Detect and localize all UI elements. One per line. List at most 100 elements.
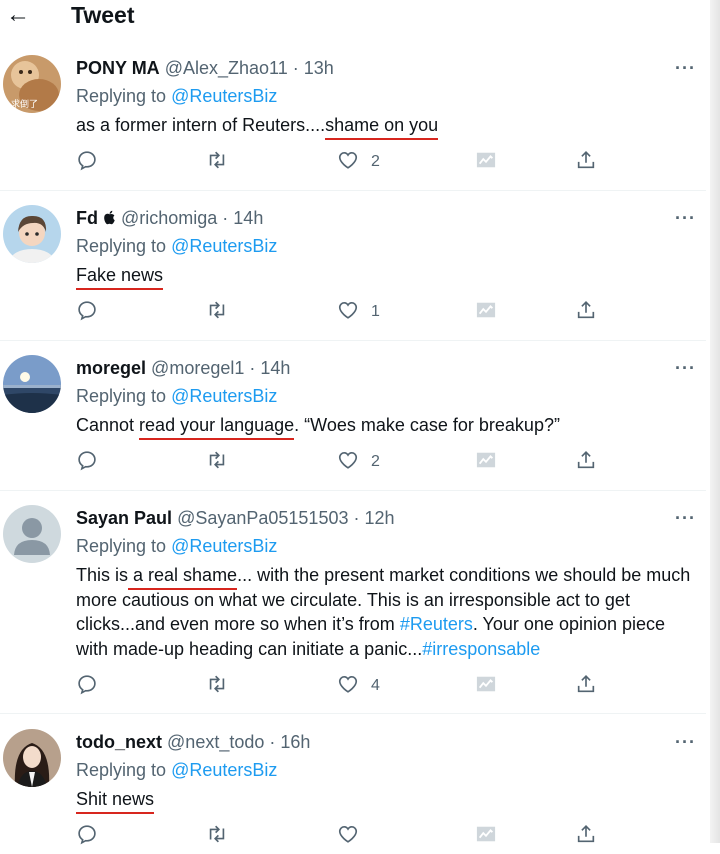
mention-link[interactable]: @ReutersBiz (171, 236, 277, 256)
retweet-icon (205, 149, 229, 176)
avatar[interactable]: 求倒了 (3, 55, 61, 113)
tweet-header: todo_next @next_todo · 16h (76, 731, 310, 753)
more-options-icon[interactable]: ··· (675, 59, 696, 77)
share-button[interactable] (575, 149, 597, 175)
hashtag-link[interactable]: #Reuters (400, 614, 473, 634)
share-button[interactable] (575, 673, 597, 699)
replying-to: Replying to @ReutersBiz (76, 385, 277, 407)
reply-button[interactable] (76, 823, 98, 849)
analytics-icon (475, 674, 497, 699)
replying-to: Replying to @ReutersBiz (76, 85, 277, 107)
tweet-header: moregel @moregel1 · 14h (76, 357, 290, 379)
tweet[interactable]: moregel @moregel1 · 14h ··· Replying to … (0, 340, 706, 491)
more-options-icon[interactable]: ··· (675, 733, 696, 751)
replying-label: Replying to (76, 386, 172, 406)
more-options-icon[interactable]: ··· (675, 509, 696, 527)
text-segment: as a former intern of Reuters.... (76, 115, 326, 135)
retweet-button[interactable] (205, 449, 229, 475)
avatar[interactable] (3, 505, 61, 563)
text-segment: Cannot (76, 415, 140, 435)
display-name[interactable]: moregel (76, 358, 146, 378)
display-name[interactable]: Sayan Paul (76, 508, 172, 528)
tweet-actions: 4 (0, 673, 706, 699)
reply-icon (76, 449, 98, 476)
tweet[interactable]: Fd @richomiga · 14h ··· Replying to @Reu… (0, 190, 706, 341)
replying-label: Replying to (76, 760, 172, 780)
like-icon (337, 299, 359, 326)
tweet[interactable]: Sayan Paul @SayanPa05151503 · 12h ··· Re… (0, 490, 706, 714)
tweet-header: Sayan Paul @SayanPa05151503 · 12h (76, 507, 395, 529)
share-icon (575, 673, 597, 700)
like-button[interactable]: 2 (337, 149, 380, 175)
reply-icon (76, 149, 98, 176)
tweet-header: Fd @richomiga · 14h (76, 207, 263, 229)
retweet-button[interactable] (205, 299, 229, 325)
share-button[interactable] (575, 449, 597, 475)
handle-time: @Alex_Zhao11 · 13h (164, 58, 334, 78)
avatar[interactable] (3, 355, 61, 413)
like-icon (337, 149, 359, 176)
svg-text:求倒了: 求倒了 (11, 98, 38, 110)
handle-time: @SayanPa05151503 · 12h (177, 508, 395, 528)
like-button[interactable]: 1 (337, 299, 380, 325)
analytics-button[interactable] (475, 299, 497, 325)
replying-to: Replying to @ReutersBiz (76, 235, 277, 257)
more-options-icon[interactable]: ··· (675, 359, 696, 377)
tweet[interactable]: 求倒了 PONY MA @Alex_Zhao11 · 13h ··· Reply… (0, 40, 706, 191)
arrow-left-icon[interactable]: ← (6, 0, 30, 30)
like-icon (337, 673, 359, 700)
more-options-icon[interactable]: ··· (675, 209, 696, 227)
like-count: 4 (371, 677, 380, 694)
reply-button[interactable] (76, 673, 98, 699)
reply-button[interactable] (76, 299, 98, 325)
reply-button[interactable] (76, 449, 98, 475)
retweet-button[interactable] (205, 823, 229, 849)
like-count: 2 (371, 153, 380, 170)
display-name[interactable]: Fd (76, 208, 103, 228)
analytics-button[interactable] (475, 149, 497, 175)
retweet-icon (205, 449, 229, 476)
like-button[interactable]: 4 (337, 673, 380, 699)
hashtag-link[interactable]: #irresponsable (422, 639, 540, 659)
underlined-text: shame on you (325, 115, 439, 140)
mention-link[interactable]: @ReutersBiz (171, 760, 277, 780)
tweet-actions: 1 (0, 299, 706, 325)
avatar[interactable] (3, 205, 61, 263)
like-button[interactable]: 2 (337, 449, 380, 475)
tweet-actions: 2 (0, 449, 706, 475)
mention-link[interactable]: @ReutersBiz (171, 86, 277, 106)
like-count: 2 (371, 453, 380, 470)
reply-icon (76, 823, 98, 850)
avatar[interactable] (3, 729, 61, 787)
text-segment: . “Woes make case for breakup?” (294, 415, 560, 435)
tweet[interactable]: todo_next @next_todo · 16h ··· Replying … (0, 714, 706, 854)
apple-icon (104, 210, 115, 225)
share-button[interactable] (575, 299, 597, 325)
analytics-icon (475, 300, 497, 325)
display-name[interactable]: todo_next (76, 732, 162, 752)
underlined-text: Shit news (76, 789, 155, 814)
tweet-text: Fake news (76, 263, 701, 290)
analytics-button[interactable] (475, 823, 497, 849)
tweet-actions (0, 823, 706, 849)
replying-to: Replying to @ReutersBiz (76, 759, 277, 781)
like-button[interactable] (337, 823, 359, 849)
analytics-button[interactable] (475, 673, 497, 699)
retweet-button[interactable] (205, 673, 229, 699)
analytics-button[interactable] (475, 449, 497, 475)
mention-link[interactable]: @ReutersBiz (171, 536, 277, 556)
display-name[interactable]: PONY MA (76, 58, 160, 78)
analytics-icon (475, 150, 497, 175)
share-button[interactable] (575, 823, 597, 849)
tweet-text: This is a real shame... with the present… (76, 563, 701, 661)
reply-button[interactable] (76, 149, 98, 175)
retweet-icon (205, 299, 229, 326)
retweet-icon (205, 823, 229, 850)
replying-label: Replying to (76, 236, 172, 256)
mention-link[interactable]: @ReutersBiz (171, 386, 277, 406)
replying-label: Replying to (76, 536, 172, 556)
retweet-button[interactable] (205, 149, 229, 175)
share-icon (575, 449, 597, 476)
underlined-text: read your language (139, 415, 295, 440)
tweet-text: Cannot read your language. “Woes make ca… (76, 413, 701, 440)
